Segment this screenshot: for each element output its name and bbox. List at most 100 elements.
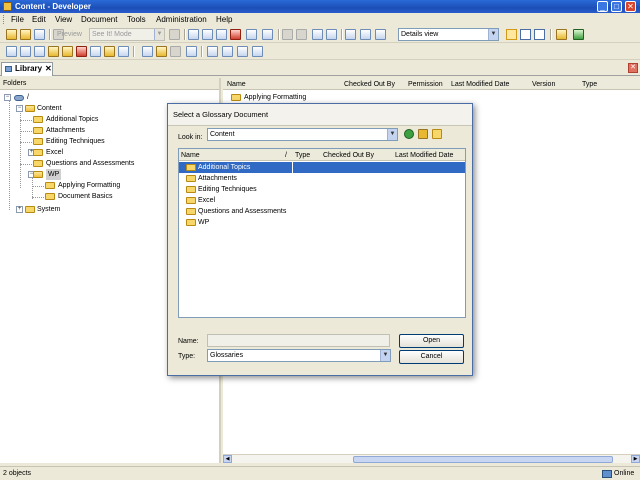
new-folder-icon[interactable] [6, 29, 17, 40]
details-view-icon[interactable] [506, 29, 517, 40]
library-root-icon [14, 95, 24, 101]
list-view-icon[interactable] [520, 29, 531, 40]
connection-status: Online [614, 470, 635, 477]
column-type[interactable]: Type [582, 80, 597, 89]
glossary-link-icon[interactable] [186, 46, 197, 57]
folder-icon [186, 164, 196, 171]
new-glossary-icon[interactable] [62, 46, 73, 57]
check-out-icon[interactable] [207, 46, 218, 57]
new-section-icon[interactable] [20, 46, 31, 57]
find-icon[interactable] [262, 29, 273, 40]
close-panel-icon[interactable]: ✕ [628, 63, 638, 73]
binoculars-icon[interactable] [345, 29, 356, 40]
spelling-icon[interactable] [360, 29, 371, 40]
new-question-icon[interactable] [90, 46, 101, 57]
scroll-right-icon[interactable]: ▶ [631, 455, 640, 463]
disabled-link-icon[interactable] [170, 46, 181, 57]
tab-close-icon[interactable]: ✕ [45, 63, 52, 75]
menu-edit[interactable]: Edit [32, 15, 46, 25]
new-package-icon[interactable] [118, 46, 129, 57]
back-icon[interactable] [404, 129, 414, 139]
up-folder-icon[interactable] [418, 129, 428, 139]
link-icon[interactable] [142, 46, 153, 57]
list-item-questions-and-assessments[interactable]: Questions and Assessments [179, 206, 465, 217]
expand-icon[interactable] [326, 29, 337, 40]
column-version[interactable]: Version [532, 80, 555, 89]
cut-icon[interactable] [188, 29, 199, 40]
column-last-modified-date[interactable]: Last Modified Date [451, 80, 509, 89]
help-icon[interactable] [375, 29, 386, 40]
new-role-icon[interactable] [76, 46, 87, 57]
new-module-icon[interactable] [6, 46, 17, 57]
mode-select[interactable]: See It! Mode ▼ [89, 28, 165, 41]
menu-tools[interactable]: Tools [127, 15, 146, 25]
new-web-page-icon[interactable] [48, 46, 59, 57]
name-label: Name: [178, 338, 199, 345]
save-icon[interactable] [34, 29, 45, 40]
tab-library[interactable]: Library ✕ [1, 62, 53, 76]
delete-icon[interactable] [230, 29, 241, 40]
horizontal-scrollbar[interactable]: ◀ ▶ [223, 454, 640, 463]
scrollbar-thumb[interactable] [353, 456, 613, 463]
list-item-excel[interactable]: Excel [179, 195, 465, 206]
list-item-additional-topics[interactable]: Additional Topics [179, 162, 465, 173]
column-name[interactable]: Name [227, 80, 246, 89]
version-icon[interactable] [252, 46, 263, 57]
collapse-icon[interactable] [312, 29, 323, 40]
new-folder-icon[interactable] [432, 129, 442, 139]
redo-icon[interactable] [296, 29, 307, 40]
content-column-headers: Name Checked Out By Permission Last Modi… [223, 78, 640, 90]
maximize-button[interactable]: □ [611, 1, 622, 12]
outline-view-icon[interactable] [534, 29, 545, 40]
menu-view[interactable]: View [55, 15, 72, 25]
paste-icon[interactable] [216, 29, 227, 40]
name-field[interactable] [207, 334, 390, 347]
look-in-select[interactable]: Content ▼ [207, 128, 398, 141]
menu-administration[interactable]: Administration [156, 15, 207, 25]
menu-file[interactable]: File [11, 15, 24, 25]
status-bar: 2 objects Online [0, 466, 640, 480]
column-last-modified-date[interactable]: Last Modified Date [395, 151, 453, 160]
app-icon [3, 2, 12, 11]
column-name[interactable]: Name [181, 151, 200, 160]
expand-icon[interactable]: + [16, 206, 23, 213]
close-window-button[interactable]: ✕ [625, 1, 636, 12]
menu-bar: File Edit View Document Tools Administra… [0, 13, 640, 26]
menu-document[interactable]: Document [81, 15, 117, 25]
publish-icon[interactable] [169, 29, 180, 40]
open-icon[interactable] [20, 29, 31, 40]
preview-label[interactable]: Preview [57, 30, 82, 39]
new-assessment-icon[interactable] [104, 46, 115, 57]
list-item-attachments[interactable]: Attachments [179, 173, 465, 184]
view-select[interactable]: Details view ▼ [398, 28, 499, 41]
check-in-icon[interactable] [222, 46, 233, 57]
column-permission[interactable]: Permission [408, 80, 443, 89]
scroll-left-icon[interactable]: ◀ [223, 455, 232, 463]
copy-icon[interactable] [202, 29, 213, 40]
collapse-icon[interactable]: − [4, 94, 11, 101]
properties-icon[interactable] [246, 29, 257, 40]
column-checked-out-by[interactable]: Checked Out By [323, 151, 374, 160]
list-item-editing-techniques[interactable]: Editing Techniques [179, 184, 465, 195]
folder-up-icon[interactable] [556, 29, 567, 40]
folder-icon [186, 219, 196, 226]
menu-help[interactable]: Help [216, 15, 232, 25]
folder-icon [33, 160, 43, 167]
new-topic-icon[interactable] [34, 46, 45, 57]
folder-icon [33, 127, 43, 134]
column-checked-out-by[interactable]: Checked Out By [344, 80, 395, 89]
column-type[interactable]: Type [295, 151, 310, 160]
dialog-title-bar: Select a Glossary Document [168, 104, 472, 126]
open-button[interactable]: Open [399, 334, 464, 348]
history-icon[interactable] [237, 46, 248, 57]
type-select[interactable]: Glossaries ▼ [207, 349, 391, 362]
folder-icon [186, 197, 196, 204]
undo-icon[interactable] [282, 29, 293, 40]
toolbar-document [0, 43, 640, 60]
list-item-wp[interactable]: WP [179, 217, 465, 228]
minimize-button[interactable]: _ [597, 1, 608, 12]
collapse-icon[interactable]: − [16, 105, 23, 112]
attachment-icon[interactable] [156, 46, 167, 57]
cancel-button[interactable]: Cancel [399, 350, 464, 364]
refresh-icon[interactable] [573, 29, 584, 40]
